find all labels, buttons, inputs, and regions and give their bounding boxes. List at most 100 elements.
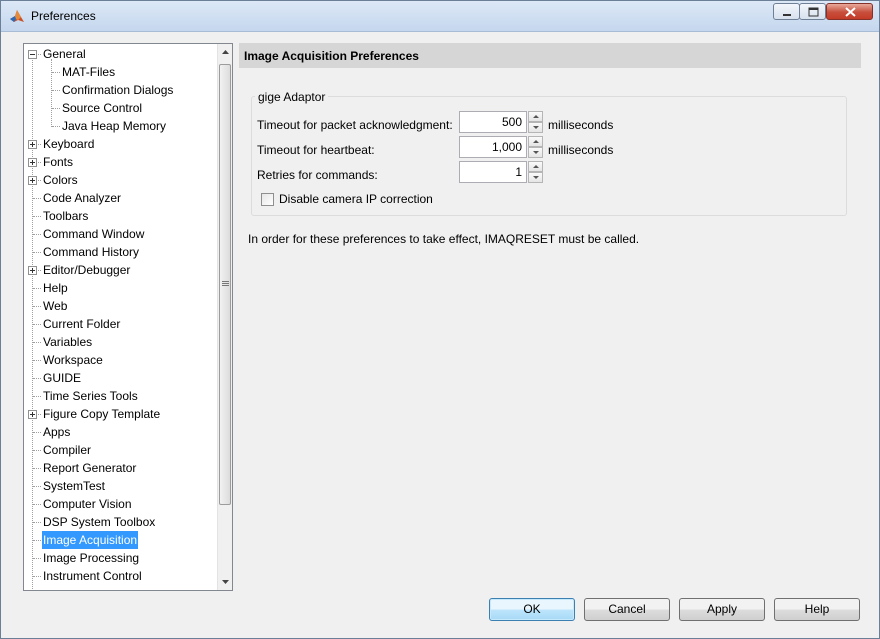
collapse-minus-icon[interactable] xyxy=(28,50,37,59)
tree-item[interactable]: SystemTest xyxy=(24,477,217,495)
tree-item[interactable]: Colors xyxy=(24,171,217,189)
tree-vertical-scrollbar[interactable] xyxy=(217,44,232,590)
tree-item-label: Web xyxy=(43,299,68,313)
help-button[interactable]: Help xyxy=(774,598,860,621)
tree-item[interactable]: Command History xyxy=(24,243,217,261)
tree-item[interactable]: Instrument Control xyxy=(24,567,217,585)
tree-item-label: Apps xyxy=(43,425,71,439)
panel-header: Image Acquisition Preferences xyxy=(239,43,861,68)
maximize-button[interactable] xyxy=(799,3,826,20)
heartbeat-timeout-input[interactable] xyxy=(459,136,527,158)
tree-item[interactable]: Help xyxy=(24,279,217,297)
tree-item[interactable]: Compiler xyxy=(24,441,217,459)
increment-button[interactable] xyxy=(528,161,543,172)
tree-item-label: MAT-Files xyxy=(62,65,116,79)
tree-item[interactable]: Apps xyxy=(24,423,217,441)
tree-connector-line xyxy=(33,576,41,577)
title-bar[interactable]: Preferences xyxy=(1,1,879,32)
tree-connector-line xyxy=(52,108,60,109)
minimize-icon xyxy=(783,14,791,16)
packet-ack-timeout-input[interactable] xyxy=(459,111,527,133)
grip-icon xyxy=(222,281,229,282)
tree-connector-line xyxy=(33,468,41,469)
tree-item-label: Confirmation Dialogs xyxy=(62,83,174,97)
decrement-button[interactable] xyxy=(528,172,543,183)
tree-item[interactable]: Variables xyxy=(24,333,217,351)
tree-item-label: Help xyxy=(43,281,68,295)
tree-item[interactable]: GUIDE xyxy=(24,369,217,387)
tree-item[interactable]: Command Window xyxy=(24,225,217,243)
tree-connector-line xyxy=(52,72,60,73)
command-retries-spinner xyxy=(459,161,543,183)
decrement-button[interactable] xyxy=(528,147,543,158)
increment-button[interactable] xyxy=(528,136,543,147)
disable-ip-correction-checkbox[interactable] xyxy=(261,193,274,206)
scroll-up-button[interactable] xyxy=(218,44,232,61)
decrement-button[interactable] xyxy=(528,122,543,133)
tree-connector-line xyxy=(33,504,41,505)
tree-item[interactable]: Source Control xyxy=(24,99,217,117)
expand-plus-icon[interactable] xyxy=(28,158,37,167)
tree-connector-line xyxy=(33,234,41,235)
tree-connector-line xyxy=(33,252,41,253)
tree-connector-line xyxy=(33,216,41,217)
command-retries-label: Retries for commands: xyxy=(257,168,378,182)
minimize-button[interactable] xyxy=(773,3,800,20)
scroll-thumb[interactable] xyxy=(219,64,231,505)
tree-item-label: Current Folder xyxy=(43,317,121,331)
tree-item-label: Command Window xyxy=(43,227,145,241)
tree-connector-line xyxy=(33,378,41,379)
tree-item[interactable]: Image Acquisition xyxy=(24,531,217,549)
imaqreset-note: In order for these preferences to take e… xyxy=(248,232,640,246)
tree-item[interactable]: MAT-Files xyxy=(24,63,217,81)
increment-button[interactable] xyxy=(528,111,543,122)
tree-item[interactable]: Web xyxy=(24,297,217,315)
packet-ack-timeout-spinner xyxy=(459,111,543,133)
close-button[interactable] xyxy=(826,3,873,20)
scroll-down-button[interactable] xyxy=(218,573,232,590)
expand-plus-icon[interactable] xyxy=(28,140,37,149)
tree-item-label: Code Analyzer xyxy=(43,191,122,205)
tree-item[interactable]: Java Heap Memory xyxy=(24,117,217,135)
tree-item[interactable]: Computer Vision xyxy=(24,495,217,513)
tree-item[interactable]: Current Folder xyxy=(24,315,217,333)
panel-title: Image Acquisition Preferences xyxy=(244,49,419,63)
tree-item-label: Command History xyxy=(43,245,140,259)
tree-item[interactable]: General xyxy=(24,45,217,63)
tree-item[interactable]: Keyboard xyxy=(24,135,217,153)
tree-item[interactable]: Time Series Tools xyxy=(24,387,217,405)
tree-item-label: Keyboard xyxy=(43,137,95,151)
apply-button[interactable]: Apply xyxy=(679,598,765,621)
tree-item[interactable]: Image Processing xyxy=(24,549,217,567)
heartbeat-timeout-spinner xyxy=(459,136,543,158)
tree-item[interactable]: Fonts xyxy=(24,153,217,171)
command-retries-input[interactable] xyxy=(459,161,527,183)
tree-item[interactable]: Editor/Debugger xyxy=(24,261,217,279)
tree-item-label: Variables xyxy=(43,335,93,349)
tree-item[interactable]: Report Generator xyxy=(24,459,217,477)
tree-connector-line xyxy=(33,432,41,433)
tree-connector-line xyxy=(52,90,60,91)
tree-item[interactable]: Code Analyzer xyxy=(24,189,217,207)
disable-ip-correction-label[interactable]: Disable camera IP correction xyxy=(279,192,433,206)
tree-item-label: Computer Vision xyxy=(43,497,132,511)
expand-plus-icon[interactable] xyxy=(28,266,37,275)
expand-plus-icon[interactable] xyxy=(28,176,37,185)
tree-item[interactable]: Workspace xyxy=(24,351,217,369)
group-title: gige Adaptor xyxy=(255,90,329,104)
expand-plus-icon[interactable] xyxy=(28,410,37,419)
tree-item[interactable]: DSP System Toolbox xyxy=(24,513,217,531)
tree-item-label: Time Series Tools xyxy=(43,389,138,403)
tree-item-label: SystemTest xyxy=(43,479,106,493)
ok-button[interactable]: OK xyxy=(489,598,575,621)
tree-connector-line xyxy=(33,396,41,397)
tree-item[interactable]: Confirmation Dialogs xyxy=(24,81,217,99)
tree-item-label: Image Processing xyxy=(43,551,140,565)
tree-connector-line xyxy=(33,306,41,307)
preferences-window: Preferences General MAT-Files Confirmation… xyxy=(0,0,880,639)
scroll-down-icon xyxy=(222,580,229,584)
tree-item[interactable]: Toolbars xyxy=(24,207,217,225)
cancel-button[interactable]: Cancel xyxy=(584,598,670,621)
tree-item[interactable]: Figure Copy Template xyxy=(24,405,217,423)
tree-item-label: Figure Copy Template xyxy=(43,407,161,421)
